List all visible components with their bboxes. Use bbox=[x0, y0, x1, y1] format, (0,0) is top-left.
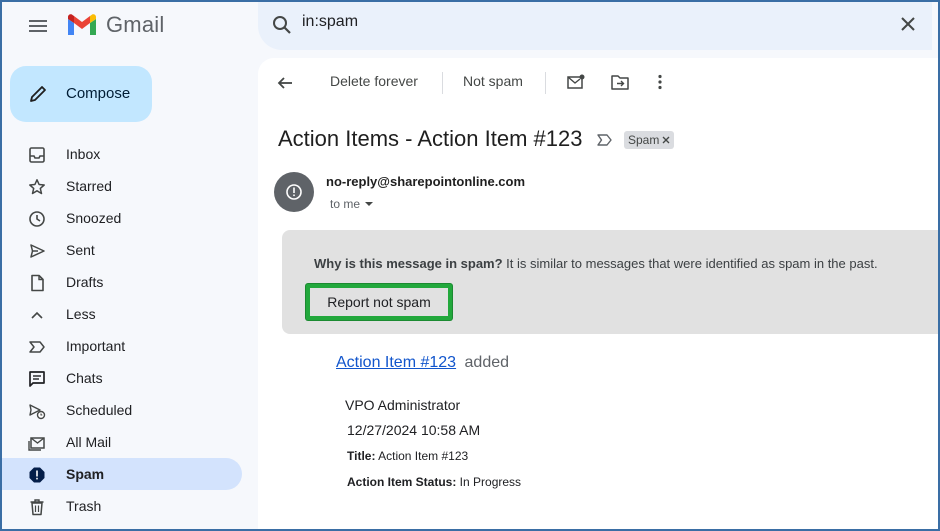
sidebar-item-snoozed[interactable]: Snoozed bbox=[0, 202, 242, 234]
delete-forever-button[interactable]: Delete forever bbox=[330, 73, 418, 89]
star-icon bbox=[28, 178, 46, 196]
clock-icon bbox=[28, 210, 46, 228]
action-item-link[interactable]: Action Item #123 bbox=[336, 354, 456, 371]
status-field-value: In Progress bbox=[456, 475, 522, 489]
sidebar-item-inbox[interactable]: Inbox bbox=[0, 138, 242, 170]
sidebar-item-important[interactable]: Important bbox=[0, 330, 242, 362]
sender-email: no-reply@sharepointonline.com bbox=[326, 174, 526, 189]
toolbar-divider bbox=[545, 72, 546, 94]
sidebar-item-label: Less bbox=[66, 306, 96, 322]
sender-avatar bbox=[274, 172, 314, 212]
move-to-folder-icon[interactable] bbox=[610, 72, 630, 92]
caret-down-icon bbox=[365, 202, 374, 206]
status-field: Action Item Status: In Progress bbox=[347, 475, 521, 489]
app-name: Gmail bbox=[106, 12, 165, 37]
spam-warning-banner: Why is this message in spam? It is simil… bbox=[282, 230, 940, 334]
author-name: VPO Administrator bbox=[345, 397, 461, 413]
spam-warning-text: Why is this message in spam? It is simil… bbox=[314, 256, 878, 271]
compose-label: Compose bbox=[66, 85, 131, 102]
message-toolbar: Delete forever Not spam bbox=[258, 58, 940, 106]
search-bar[interactable] bbox=[258, 0, 932, 50]
spam-label-chip: Spam bbox=[624, 131, 675, 149]
sidebar-item-label: Chats bbox=[66, 370, 103, 386]
toolbar-divider bbox=[442, 72, 443, 94]
title-field-label: Title: bbox=[347, 449, 376, 463]
sidebar-item-label: Starred bbox=[66, 178, 112, 194]
spam-icon bbox=[28, 466, 46, 484]
sidebar-item-label: All Mail bbox=[66, 434, 112, 450]
recipient-text: to me bbox=[330, 197, 361, 211]
message-pane: Delete forever Not spam Action Items - A… bbox=[258, 58, 940, 531]
search-input[interactable] bbox=[302, 13, 862, 31]
added-text: added bbox=[464, 354, 510, 371]
title-field-value: Action Item #123 bbox=[375, 449, 469, 463]
recipient-details-toggle[interactable]: to me bbox=[330, 197, 374, 211]
back-arrow-icon[interactable] bbox=[276, 74, 294, 97]
sidebar-item-label: Sent bbox=[66, 242, 95, 258]
spam-warning-question: Why is this message in spam? bbox=[314, 256, 503, 271]
pencil-icon bbox=[28, 84, 48, 109]
important-marker-icon[interactable] bbox=[597, 133, 613, 152]
sidebar-item-trash[interactable]: Trash bbox=[0, 490, 242, 522]
gmail-m-icon bbox=[68, 14, 96, 35]
report-not-spam-button[interactable]: Report not spam bbox=[306, 284, 452, 320]
spam-warning-reason: It is similar to messages that were iden… bbox=[502, 256, 878, 271]
clear-search-icon[interactable] bbox=[898, 14, 918, 39]
sidebar-item-label: Trash bbox=[66, 498, 102, 514]
sidebar-item-starred[interactable]: Starred bbox=[0, 170, 242, 202]
all-mail-icon bbox=[28, 434, 46, 452]
sidebar-item-label: Drafts bbox=[66, 274, 104, 290]
draft-icon bbox=[28, 274, 46, 292]
message-body-headline: Action Item #123 added bbox=[336, 354, 509, 372]
more-options-icon[interactable] bbox=[650, 72, 670, 92]
sidebar-nav: Inbox Starred Snoozed Sent Drafts Less I… bbox=[0, 138, 258, 522]
main-menu-button[interactable] bbox=[24, 14, 52, 38]
sidebar-item-scheduled[interactable]: Scheduled bbox=[0, 394, 242, 426]
label-important-icon bbox=[28, 338, 46, 356]
sidebar-item-chats[interactable]: Chats bbox=[0, 362, 242, 394]
sidebar-item-all-mail[interactable]: All Mail bbox=[0, 426, 242, 458]
alert-circle-icon bbox=[286, 184, 302, 200]
sidebar-item-label: Scheduled bbox=[66, 402, 133, 418]
sidebar-item-label: Snoozed bbox=[66, 210, 122, 226]
timestamp: 12/27/2024 10:58 AM bbox=[347, 422, 481, 438]
sidebar-item-drafts[interactable]: Drafts bbox=[0, 266, 242, 298]
gmail-logo[interactable]: Gmail bbox=[66, 12, 164, 38]
send-icon bbox=[28, 242, 46, 260]
hamburger-icon bbox=[29, 20, 47, 32]
scheduled-send-icon bbox=[28, 402, 46, 420]
not-spam-button[interactable]: Not spam bbox=[463, 73, 523, 89]
sidebar-item-label: Important bbox=[66, 338, 126, 354]
sidebar-item-sent[interactable]: Sent bbox=[0, 234, 242, 266]
trash-icon bbox=[28, 498, 46, 516]
remove-label-icon[interactable] bbox=[662, 133, 670, 147]
spam-label-text: Spam bbox=[628, 133, 660, 147]
chevron-up-icon bbox=[28, 306, 46, 324]
status-field-label: Action Item Status: bbox=[347, 475, 457, 489]
sidebar-item-label: Inbox bbox=[66, 146, 101, 162]
title-field: Title: Action Item #123 bbox=[347, 449, 468, 463]
message-subject: Action Items - Action Item #123 bbox=[278, 126, 583, 151]
inbox-icon bbox=[28, 146, 46, 164]
sidebar-item-spam[interactable]: Spam bbox=[0, 458, 242, 490]
mark-unread-icon[interactable] bbox=[566, 72, 586, 92]
sidebar-item-less[interactable]: Less bbox=[0, 298, 242, 330]
search-icon[interactable] bbox=[272, 15, 292, 40]
chat-icon bbox=[28, 370, 46, 388]
compose-button[interactable]: Compose bbox=[10, 66, 152, 122]
sidebar-item-label: Spam bbox=[66, 466, 105, 482]
